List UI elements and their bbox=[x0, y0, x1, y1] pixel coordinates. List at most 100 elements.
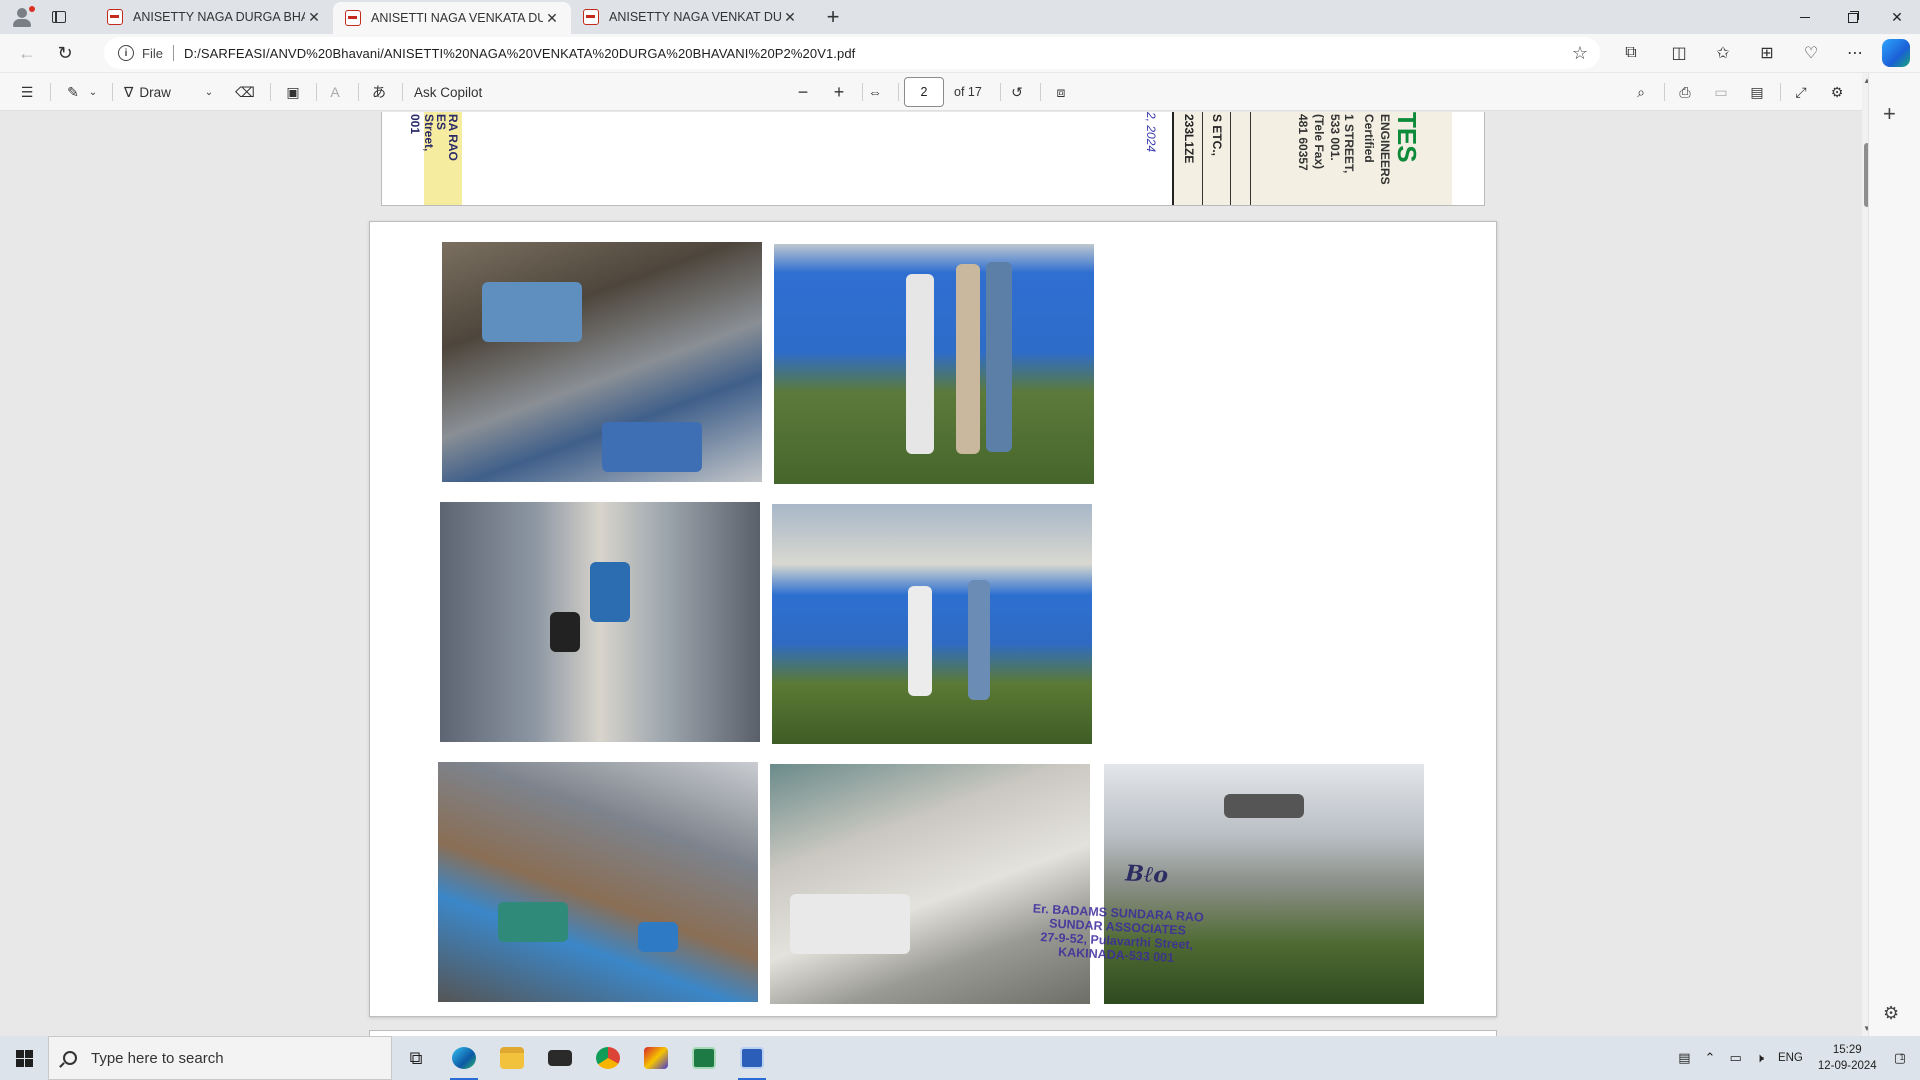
rotate-icon[interactable]: ↺ bbox=[1002, 77, 1032, 107]
page-number-input[interactable]: 2 bbox=[904, 77, 944, 107]
site-photo-5 bbox=[438, 762, 758, 1002]
pdf-icon bbox=[583, 9, 599, 25]
refresh-button[interactable]: ↻ bbox=[48, 37, 82, 69]
language-indicator[interactable]: ENG bbox=[1778, 1052, 1803, 1064]
company-logo-text: TES bbox=[1392, 112, 1422, 163]
clock-date: 12-09-2024 bbox=[1817, 1060, 1877, 1072]
more-menu-icon[interactable]: ⋯ bbox=[1838, 34, 1872, 72]
site-photo-6 bbox=[770, 764, 1090, 1004]
signature-image: Bℓo bbox=[1124, 860, 1169, 889]
url-text: D:/SARFEASI/ANVD%20Bhavani/ANISETTI%20NA… bbox=[183, 45, 856, 61]
page1-text: 481 60357 bbox=[1296, 114, 1310, 171]
tab-title: ANISETTI NAGA VENKATA DURGA bbox=[371, 11, 543, 25]
print-icon[interactable]: ⎙ bbox=[1670, 77, 1700, 107]
edge-browser-icon[interactable] bbox=[440, 1036, 488, 1080]
collections-icon[interactable]: ⊞ bbox=[1750, 34, 1784, 72]
word-icon[interactable] bbox=[728, 1036, 776, 1080]
edge-sidebar: + ⚙ bbox=[1868, 73, 1920, 1036]
back-button[interactable]: ← bbox=[10, 37, 44, 69]
show-hidden-icons-chevron-icon[interactable]: ⌃ bbox=[1705, 1050, 1716, 1066]
chevron-down-icon[interactable]: ⌄ bbox=[200, 77, 218, 107]
zoom-out-icon[interactable]: − bbox=[788, 77, 818, 107]
notification-center-icon[interactable]: ▢ 1 bbox=[1894, 1050, 1906, 1066]
draw-label: Draw bbox=[139, 84, 171, 100]
browser-essentials-icon[interactable]: ♡ bbox=[1794, 34, 1828, 72]
search-icon[interactable]: ⌕ bbox=[1626, 77, 1656, 107]
start-button[interactable] bbox=[0, 1036, 48, 1080]
close-icon[interactable]: ✕ bbox=[305, 8, 323, 26]
fullscreen-icon[interactable]: ⤢ bbox=[1786, 77, 1816, 107]
info-icon[interactable]: i bbox=[118, 45, 134, 61]
letterhead-box: 233L1ZE S ETC., 481 60357 (Tele Fax) 533… bbox=[1172, 112, 1452, 205]
document-viewport[interactable]: RA RAO ES Street, 001 2, 2024 233L1ZE S … bbox=[0, 112, 1866, 1036]
page1-text: 533 001. bbox=[1328, 114, 1342, 161]
tab-title: ANISETTY NAGA DURGA BHAVANI bbox=[133, 10, 305, 24]
translate-icon[interactable]: あ bbox=[364, 77, 394, 107]
pdf-icon bbox=[345, 10, 361, 26]
task-view-icon[interactable]: ⧉ bbox=[392, 1036, 440, 1080]
minimize-button[interactable] bbox=[1782, 0, 1828, 34]
tab-actions-icon[interactable] bbox=[45, 3, 73, 31]
page1-text: Certified bbox=[1362, 114, 1376, 163]
fit-page-icon[interactable]: ⇔ bbox=[860, 77, 890, 107]
tab-3[interactable]: ANISETTY NAGA VENKAT DURGA ✕ bbox=[571, 0, 809, 34]
sidebar-settings-icon[interactable]: ⚙ bbox=[1883, 1003, 1899, 1024]
notification-count: 1 bbox=[1899, 1053, 1905, 1062]
news-widget-icon[interactable]: ▤ bbox=[1678, 1050, 1690, 1066]
clock-time: 15:29 bbox=[1832, 1044, 1862, 1056]
draw-button[interactable]: ∇ Draw bbox=[124, 77, 171, 107]
copilot-icon[interactable] bbox=[1882, 39, 1910, 67]
pdf-toolbar: ☰ ✎ ⌄ ∇ Draw ⌄ ⌫ ▣ A あ Ask Copilot − + ⇔… bbox=[0, 73, 1868, 111]
media-app-icon[interactable] bbox=[632, 1036, 680, 1080]
favorites-icon[interactable]: ✩ bbox=[1706, 34, 1740, 72]
contents-list-icon[interactable]: ☰ bbox=[12, 77, 42, 107]
page1-text: 233L1ZE bbox=[1182, 114, 1196, 164]
clock[interactable]: 15:29 12-09-2024 bbox=[1818, 1042, 1877, 1074]
search-placeholder: Type here to search bbox=[91, 1049, 224, 1067]
new-tab-button[interactable]: + bbox=[819, 3, 847, 31]
zoom-in-icon[interactable]: + bbox=[824, 77, 854, 107]
address-bar-row: ← ↻ i File D:/SARFEASI/ANVD%20Bhavani/AN… bbox=[0, 34, 1920, 72]
split-screen-icon[interactable]: ◫ bbox=[1662, 34, 1696, 72]
ask-copilot-button[interactable]: Ask Copilot bbox=[414, 77, 482, 107]
page1-text: 1 STREET, bbox=[1342, 114, 1356, 174]
pdf-page-1-bottom: RA RAO ES Street, 001 2, 2024 233L1ZE S … bbox=[381, 112, 1485, 206]
search-icon bbox=[63, 1051, 77, 1065]
save-as-icon[interactable]: ▤ bbox=[1742, 77, 1772, 107]
read-aloud-icon[interactable]: A bbox=[320, 77, 350, 107]
pdf-page-2: Bℓo Er. BADAMS SUNDARA RAO SUNDAR ASSOCI… bbox=[369, 221, 1497, 1017]
page1-text: ENGINEERS bbox=[1378, 114, 1392, 185]
close-icon[interactable]: ✕ bbox=[781, 8, 799, 26]
tab-strip: ANISETTY NAGA DURGA BHAVANI ✕ ANISETTI N… bbox=[0, 0, 1920, 34]
page1-date: 2, 2024 bbox=[1144, 112, 1158, 153]
save-icon[interactable]: ▭ bbox=[1706, 77, 1736, 107]
close-icon[interactable]: ✕ bbox=[543, 9, 561, 27]
page-view-icon[interactable]: ⧈ bbox=[1046, 77, 1076, 107]
restore-button[interactable] bbox=[1828, 0, 1874, 34]
pdf-icon bbox=[107, 9, 123, 25]
scheme-label: File bbox=[142, 45, 163, 61]
favorite-star-icon[interactable]: ☆ bbox=[1572, 43, 1588, 64]
profile-avatar-icon[interactable] bbox=[7, 2, 37, 32]
eraser-icon[interactable]: ⌫ bbox=[230, 77, 260, 107]
chrome-icon[interactable] bbox=[584, 1036, 632, 1080]
network-icon[interactable]: ▭ bbox=[1729, 1050, 1741, 1066]
tab-1[interactable]: ANISETTY NAGA DURGA BHAVANI ✕ bbox=[95, 0, 334, 34]
tab-2[interactable]: ANISETTI NAGA VENKATA DURGA ✕ bbox=[333, 2, 571, 34]
add-sidebar-app-icon[interactable]: + bbox=[1883, 101, 1896, 127]
address-input[interactable]: i File D:/SARFEASI/ANVD%20Bhavani/ANISET… bbox=[104, 37, 1600, 69]
text-box-icon[interactable]: ▣ bbox=[278, 77, 308, 107]
draw-pen-icon: ∇ bbox=[124, 83, 134, 100]
settings-gear-icon[interactable]: ⚙ bbox=[1822, 77, 1852, 107]
page1-text: Street, bbox=[422, 114, 436, 152]
chevron-down-icon[interactable]: ⌄ bbox=[84, 77, 102, 107]
site-photo-4 bbox=[772, 504, 1092, 744]
volume-muted-icon[interactable]: 🕨 bbox=[1756, 1050, 1764, 1066]
file-explorer-icon[interactable] bbox=[488, 1036, 536, 1080]
taskbar-search-input[interactable]: Type here to search bbox=[48, 1036, 392, 1080]
extensions-icon[interactable]: ⧉ bbox=[1614, 34, 1648, 72]
mail-icon[interactable] bbox=[536, 1036, 584, 1080]
page1-text: (Tele Fax) bbox=[1312, 114, 1326, 170]
close-window-button[interactable]: ✕ bbox=[1874, 0, 1920, 34]
excel-icon[interactable] bbox=[680, 1036, 728, 1080]
